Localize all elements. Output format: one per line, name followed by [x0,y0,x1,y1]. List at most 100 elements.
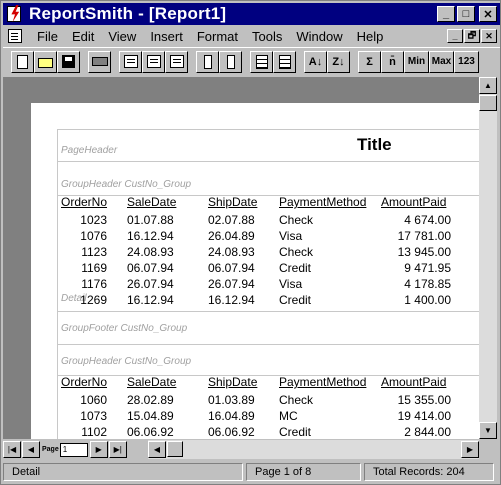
cell-orderno: 1269 [80,293,107,307]
first-page-button[interactable]: |◀ [3,441,21,458]
lines-icon[interactable] [142,50,165,73]
sum-icon[interactable]: Σ [358,50,381,73]
footer-icon[interactable] [165,50,188,73]
count-icon[interactable]: 123 [454,50,479,73]
group-header-label-2: GroupHeader CustNo_Group [61,356,192,367]
cell-saledate: 15.04.89 [127,409,174,423]
print-icon[interactable] [88,50,111,73]
cell-paymentmethod: Check [279,393,314,407]
cell-amountpaid: 9 471.95 [404,261,451,275]
cell-amountpaid: 15 355.00 [397,393,451,407]
menu-help[interactable]: Help [350,29,391,44]
sort-ascending-icon[interactable]: A↓ [304,50,327,73]
column-header-shipdate[interactable]: ShipDate [208,195,257,209]
column-header-saledate[interactable]: SaleDate [127,375,176,389]
column-header-orderno[interactable]: OrderNo [61,375,107,389]
column-header-orderno[interactable]: OrderNo [61,195,107,209]
open-icon[interactable] [34,50,57,73]
status-section: Detail [3,463,243,481]
reportsmith-logo-icon[interactable] [6,5,24,23]
cell-paymentmethod: Check [279,245,314,259]
column-header-shipdate[interactable]: ShipDate [208,375,257,389]
cell-amountpaid: 17 781.00 [397,229,451,243]
vertical-scroll-thumb[interactable] [479,95,497,111]
doc-restore-button[interactable]: 🗗 [464,29,480,43]
scroll-up-button[interactable]: ▲ [479,77,497,94]
min-icon[interactable]: Min [404,50,429,73]
horizontal-scrollbar[interactable]: ◀ ▶ [148,440,479,459]
menu-edit[interactable]: Edit [65,29,101,44]
cell-paymentmethod: Credit [279,261,312,275]
scroll-down-button[interactable]: ▼ [479,422,497,439]
document-menu-icon[interactable] [8,29,22,43]
menu-format[interactable]: Format [190,29,245,44]
page-header-label: PageHeader [61,145,118,156]
cell-paymentmethod: Credit [279,425,312,439]
calculator-icon[interactable] [250,50,273,73]
menu-view[interactable]: View [101,29,143,44]
column-header-paymentmethod[interactable]: PaymentMethod [279,375,366,389]
cell-shipdate: 26.07.94 [208,277,255,291]
minimize-button[interactable]: _ [437,6,455,22]
rows-icon[interactable] [219,50,242,73]
cell-orderno: 1176 [81,277,107,291]
cell-orderno: 1060 [80,393,107,407]
horizontal-scroll-thumb[interactable] [167,441,183,457]
status-page: Page 1 of 8 [246,463,361,481]
document-window-controls: _ 🗗 ✕ [447,29,497,43]
cell-saledate: 16.12.94 [127,229,174,243]
next-page-button[interactable]: ▶ [89,441,108,458]
menu-window[interactable]: Window [289,29,349,44]
page-label: Page [42,446,59,453]
header-icon[interactable] [119,50,142,73]
column-header-paymentmethod[interactable]: PaymentMethod [279,195,366,209]
cell-paymentmethod: MC [279,409,298,423]
column-header-amountpaid[interactable]: AmountPaid [381,195,446,209]
cell-shipdate: 16.12.94 [208,293,255,307]
toolbar: A↓ Z↓ Σ n̄ Min Max 123 [3,47,500,75]
table-icon[interactable] [273,50,296,73]
cell-saledate: 06.06.92 [127,425,174,439]
report-canvas[interactable]: PageHeader GroupHeader CustNo_Group Deta… [3,77,479,439]
doc-minimize-button[interactable]: _ [447,29,463,43]
report-title[interactable]: Title [357,135,392,155]
column-header-saledate[interactable]: SaleDate [127,195,176,209]
band-line [57,344,479,345]
cell-shipdate: 02.07.88 [208,213,255,227]
app-window: ReportSmith - [Report1] _ □ ✕ File Edit … [0,0,501,485]
doc-close-button[interactable]: ✕ [481,29,497,43]
column-icon[interactable] [196,50,219,73]
page-navigator: |◀ ◀ Page 1 ▶ ▶| ◀ ▶ [3,440,497,459]
menu-tools[interactable]: Tools [245,29,289,44]
menu-file[interactable]: File [30,29,65,44]
new-report-icon[interactable] [11,50,34,73]
vertical-scrollbar[interactable]: ▲ ▼ [479,77,497,439]
cell-saledate: 16.12.94 [127,293,174,307]
cell-paymentmethod: Credit [279,293,312,307]
max-icon[interactable]: Max [429,50,454,73]
menu-insert[interactable]: Insert [143,29,190,44]
scroll-left-button[interactable]: ◀ [148,441,166,458]
cell-saledate: 26.07.94 [127,277,174,291]
cell-amountpaid: 13 945.00 [397,245,451,259]
cell-orderno: 1102 [81,425,107,439]
scroll-right-button[interactable]: ▶ [461,441,479,458]
average-icon[interactable]: n̄ [381,50,404,73]
close-button[interactable]: ✕ [479,6,497,22]
cell-shipdate: 06.06.92 [208,425,255,439]
save-icon[interactable] [57,50,80,73]
page-number-input[interactable]: 1 [59,442,88,457]
cell-amountpaid: 2 844.00 [404,425,451,439]
cell-shipdate: 06.07.94 [208,261,255,275]
cell-orderno: 1073 [80,409,107,423]
column-header-amountpaid[interactable]: AmountPaid [381,375,446,389]
cell-paymentmethod: Visa [279,229,303,243]
previous-page-button[interactable]: ◀ [22,441,40,458]
maximize-button[interactable]: □ [457,6,475,22]
last-page-button[interactable]: ▶| [108,441,127,458]
status-bar: Detail Page 1 of 8 Total Records: 204 [3,461,500,483]
cell-amountpaid: 4 178.85 [404,277,451,291]
report-page[interactable]: PageHeader GroupHeader CustNo_Group Deta… [31,103,479,439]
title-bar[interactable]: ReportSmith - [Report1] _ □ ✕ [3,3,500,25]
sort-descending-icon[interactable]: Z↓ [327,50,350,73]
